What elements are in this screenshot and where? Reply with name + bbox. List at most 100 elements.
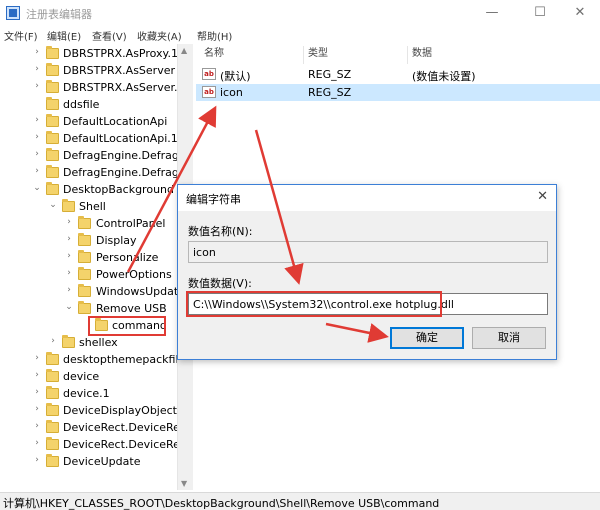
tree-item-label: DefaultLocationApi.1 [63,132,178,145]
expand-arrow-icon[interactable]: › [64,234,74,244]
expand-arrow-icon[interactable]: › [32,438,42,448]
edit-string-dialog: 编辑字符串 ✕ 数值名称(N): icon 数值数据(V): C:\\Windo… [177,184,557,360]
expand-arrow-icon[interactable]: › [32,455,42,465]
folder-icon [46,46,59,59]
expand-arrow-icon[interactable]: › [32,81,42,91]
folder-icon [46,403,59,416]
expand-arrow-icon[interactable]: › [64,285,74,295]
tree-item-label: DesktopBackground [63,183,174,196]
tree-item-label: desktopthemepackfile [63,353,178,366]
maximize-button[interactable]: ☐ [520,2,560,24]
folder-icon [46,420,59,433]
expand-arrow-icon[interactable]: › [32,132,42,142]
tree-item-label: DBRSTPRX.AsProxy.1 [63,47,178,60]
value-type: REG_SZ [308,86,352,99]
folder-icon [46,386,59,399]
value-name-label: 数值名称(N): [188,225,253,238]
folder-icon [78,233,91,246]
menu-edit[interactable]: 编辑(E) [47,28,81,43]
tree-item-label: DeviceDisplayObject [63,404,177,417]
value-type: REG_SZ [308,68,352,81]
value-row-icon[interactable]: ab icon REG_SZ [196,84,600,101]
menu-bar: 文件(F) 编辑(E) 查看(V) 收藏夹(A) 帮助(H) [0,26,600,44]
expand-arrow-icon[interactable]: › [32,64,42,74]
value-row-default[interactable]: ab (默认) REG_SZ (数值未设置) [196,66,600,83]
folder-icon [46,352,59,365]
tree-item-label: DefragEngine.DefragEr [63,149,178,162]
folder-icon [46,114,59,127]
menu-favorites[interactable]: 收藏夹(A) [137,28,182,43]
folder-icon [46,97,59,110]
expand-arrow-icon[interactable]: › [32,404,42,414]
folder-icon [46,131,59,144]
column-type[interactable]: 类型 [304,46,408,64]
expand-arrow-icon[interactable]: › [32,370,42,380]
folder-icon [46,454,59,467]
tree-item-label: Remove USB [96,302,167,315]
value-name-field: icon [188,241,548,263]
tree-item-label: DBRSTPRX.AsServer.1 [63,81,178,94]
dialog-close-icon[interactable]: ✕ [537,189,548,204]
folder-icon [78,267,91,280]
column-data[interactable]: 数据 [408,46,588,64]
tree-item-label: DBRSTPRX.AsServer [63,64,175,77]
registry-tree[interactable]: › DBRSTPRX.AsProxy.1 › DBRSTPRX.AsServer ›… [0,44,178,490]
tree-item-label: Display [96,234,137,247]
expand-arrow-icon[interactable]: › [32,149,42,159]
expand-arrow-icon[interactable]: › [32,166,42,176]
close-button[interactable]: ✕ [560,2,600,24]
expand-arrow-icon[interactable]: › [48,336,58,346]
expand-arrow-icon[interactable]: › [64,251,74,261]
tree-item-label: device.1 [63,387,110,400]
cancel-button[interactable]: 取消 [472,327,546,349]
expand-arrow-icon[interactable]: › [64,217,74,227]
expand-arrow-icon[interactable]: › [32,387,42,397]
folder-icon [78,301,91,314]
folder-icon [46,437,59,450]
value-name: (默认) [220,70,251,83]
folder-icon [62,335,75,348]
scroll-down-icon[interactable]: ▼ [181,479,187,488]
expand-arrow-icon[interactable]: › [32,47,42,57]
window-title: 注册表编辑器 [26,8,92,21]
value-name: icon [220,86,243,99]
folder-icon [46,63,59,76]
folder-icon [46,148,59,161]
tree-item-label: DefragEngine.DefragEr [63,166,178,179]
tree-item-label: Personalize [96,251,159,264]
expand-arrow-icon[interactable]: › [32,115,42,125]
expand-arrow-icon[interactable]: › [32,421,42,431]
tree-item-label: ddsfile [63,98,100,111]
folder-icon [78,216,91,229]
menu-file[interactable]: 文件(F) [4,28,38,43]
dialog-title-bar: 编辑字符串 ✕ [178,185,556,211]
folder-icon [46,165,59,178]
string-value-icon: ab [202,86,216,98]
tree-item-label: DeviceUpdate [63,455,141,468]
menu-help[interactable]: 帮助(H) [197,28,232,43]
status-path: 计算机\HKEY_CLASSES_ROOT\DesktopBackground\… [3,497,440,510]
expand-arrow-icon[interactable]: › [32,353,42,363]
dialog-title: 编辑字符串 [186,193,241,206]
value-data-label: 数值数据(V): [188,277,252,290]
title-bar: 注册表编辑器 — ☐ ✕ [0,0,600,26]
collapse-arrow-icon[interactable]: ⌄ [48,200,58,210]
data-highlight-box [186,291,442,317]
tree-item-label: WindowsUpdate [96,285,178,298]
expand-arrow-icon[interactable]: › [64,268,74,278]
folder-icon [78,250,91,263]
command-highlight-box [88,316,166,336]
ok-button[interactable]: 确定 [390,327,464,349]
scroll-up-icon[interactable]: ▲ [181,46,187,55]
column-name[interactable]: 名称 [200,46,304,64]
menu-view[interactable]: 查看(V) [92,28,127,43]
folder-icon [78,284,91,297]
tree-item-label: device [63,370,100,383]
collapse-arrow-icon[interactable]: ⌄ [64,302,74,312]
collapse-arrow-icon[interactable]: ⌄ [32,183,42,193]
status-bar: 计算机\HKEY_CLASSES_ROOT\DesktopBackground\… [0,492,600,510]
tree-item-label: DeviceRect.DeviceRect [63,438,178,451]
minimize-button[interactable]: — [472,2,512,24]
string-value-icon: ab [202,68,216,80]
tree-item-label: ControlPanel [96,217,166,230]
